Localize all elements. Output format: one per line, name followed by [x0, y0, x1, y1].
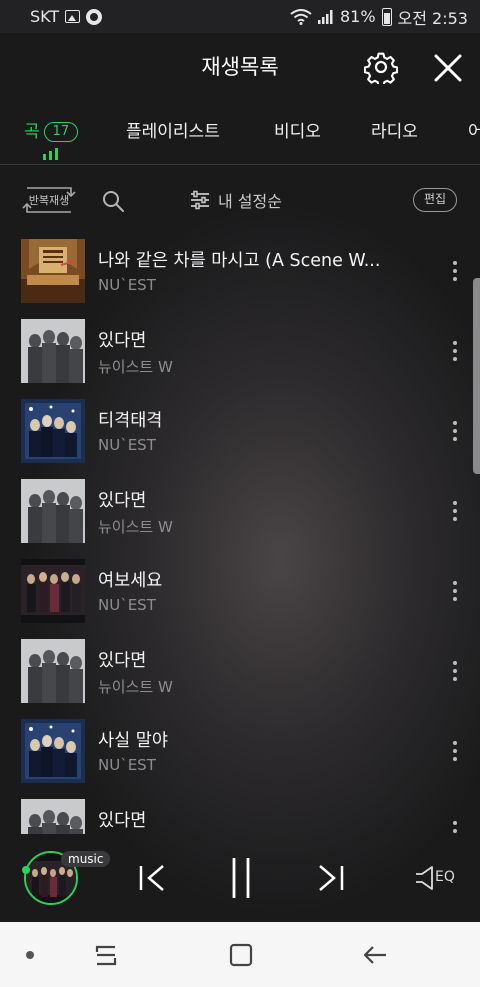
tab-songs-label: 곡 [24, 122, 40, 142]
eq-label: EQ [435, 869, 455, 885]
song-artist: 뉴이스트 W [98, 518, 173, 536]
recent-apps-button[interactable] [93, 942, 119, 968]
pause-icon [232, 858, 250, 898]
search-icon [103, 191, 124, 212]
now-playing-bars-icon [43, 148, 59, 160]
signal-icon [317, 9, 333, 24]
image-notification-icon [65, 10, 81, 23]
repeat-label: 반복재생 [28, 194, 70, 207]
carrier-label: SKT [30, 7, 60, 26]
edit-button[interactable]: 편집 [413, 188, 457, 212]
recent-apps-icon [95, 945, 117, 966]
song-title: 있다면 [98, 811, 147, 831]
next-icon [319, 865, 344, 891]
previous-button[interactable] [136, 861, 170, 895]
wifi-icon [290, 8, 312, 25]
back-button[interactable] [362, 942, 388, 968]
tab-video[interactable]: 비디오 [274, 117, 321, 142]
scrollbar-thumb[interactable] [473, 278, 480, 474]
song-title: 나와 같은 차를 마시고 (A Scene W... [98, 251, 381, 271]
pause-button[interactable] [226, 856, 256, 900]
song-title: 티격태격 [98, 411, 163, 431]
song-list: 나와 같은 차를 마시고 (A Scene W... NU`EST 있다면 뉴이… [0, 234, 480, 834]
more-options-button[interactable] [449, 339, 461, 363]
song-row[interactable]: 있다면 뉴이스트 W [0, 634, 480, 714]
playlist-screen: SKT 81% 오전 2:53 재생목록 곡 17 플레이리스트 비디오 라디오… [0, 0, 480, 922]
song-count-badge: 17 [43, 122, 79, 142]
more-options-button[interactable] [449, 259, 461, 283]
music-tag: music [61, 851, 111, 867]
album-art [21, 399, 85, 463]
previous-icon [139, 865, 164, 891]
sliders-icon [191, 190, 209, 210]
song-title: 있다면 [98, 331, 147, 351]
repeat-button[interactable]: 반복재생 [21, 185, 77, 215]
sort-button[interactable]: 내 설정순 [190, 188, 282, 212]
more-options-button[interactable] [449, 739, 461, 763]
page-title: 재생목록 [201, 55, 279, 79]
album-art [21, 479, 85, 543]
settings-button[interactable] [363, 50, 399, 88]
clock: 오전 2:53 [397, 8, 468, 28]
song-artist: NU`EST [98, 596, 156, 614]
more-options-button[interactable] [449, 499, 461, 523]
song-row[interactable]: 나와 같은 차를 마시고 (A Scene W... NU`EST [0, 234, 480, 314]
more-options-button[interactable] [449, 419, 461, 443]
song-artist: 뉴이스트 W [98, 358, 173, 376]
album-art [21, 799, 85, 834]
status-bar: SKT 81% 오전 2:53 [0, 0, 480, 33]
close-icon [434, 54, 462, 82]
sort-label: 내 설정순 [218, 192, 282, 211]
more-options-button[interactable] [449, 579, 461, 603]
tab-songs[interactable]: 곡 17 [24, 117, 79, 142]
eq-button[interactable]: EQ [414, 864, 458, 892]
song-artist: NU`EST [98, 276, 156, 294]
song-artist: NU`EST [98, 756, 156, 774]
song-row[interactable]: 있다면 [0, 794, 480, 834]
song-title: 사실 말야 [98, 731, 168, 751]
song-artist: 뉴이스트 W [98, 678, 173, 696]
song-row[interactable]: 있다면 뉴이스트 W [0, 474, 480, 554]
home-button[interactable] [229, 943, 253, 967]
tab-playlist[interactable]: 플레이리스트 [126, 117, 220, 142]
system-nav-bar [0, 922, 480, 987]
album-art [21, 639, 85, 703]
battery-percent: 81% [339, 7, 376, 26]
song-artist: NU`EST [98, 436, 156, 454]
nav-dot-indicator [26, 951, 34, 959]
album-art [21, 319, 85, 383]
more-options-button[interactable] [449, 819, 461, 834]
song-row[interactable]: 여보세요 NU`EST [0, 554, 480, 634]
next-button[interactable] [313, 861, 347, 895]
song-title: 있다면 [98, 491, 147, 511]
gear-icon [363, 52, 399, 88]
song-row[interactable]: 사실 말야 NU`EST [0, 714, 480, 794]
album-art [21, 559, 85, 623]
song-row[interactable]: 티격태격 NU`EST [0, 394, 480, 474]
tab-bar: 곡 17 플레이리스트 비디오 라디오 어 [0, 99, 480, 165]
more-options-button[interactable] [449, 659, 461, 683]
album-art [21, 239, 85, 303]
song-row[interactable]: 있다면 뉴이스트 W [0, 314, 480, 394]
progress-dot [22, 866, 30, 874]
app-notification-icon [86, 8, 103, 25]
close-button[interactable] [430, 50, 466, 86]
home-icon [229, 943, 253, 967]
header: 재생목록 [0, 33, 480, 99]
list-toolbar: 반복재생 내 설정순 편집 [0, 166, 480, 234]
back-arrow-icon [363, 946, 386, 964]
song-title: 있다면 [98, 651, 147, 671]
tab-more[interactable]: 어 [468, 117, 480, 142]
album-art [21, 719, 85, 783]
battery-icon [381, 7, 392, 26]
mini-player: music EQ [0, 834, 480, 922]
song-title: 여보세요 [98, 571, 163, 591]
tab-radio[interactable]: 라디오 [371, 117, 418, 142]
search-button[interactable] [101, 189, 125, 213]
